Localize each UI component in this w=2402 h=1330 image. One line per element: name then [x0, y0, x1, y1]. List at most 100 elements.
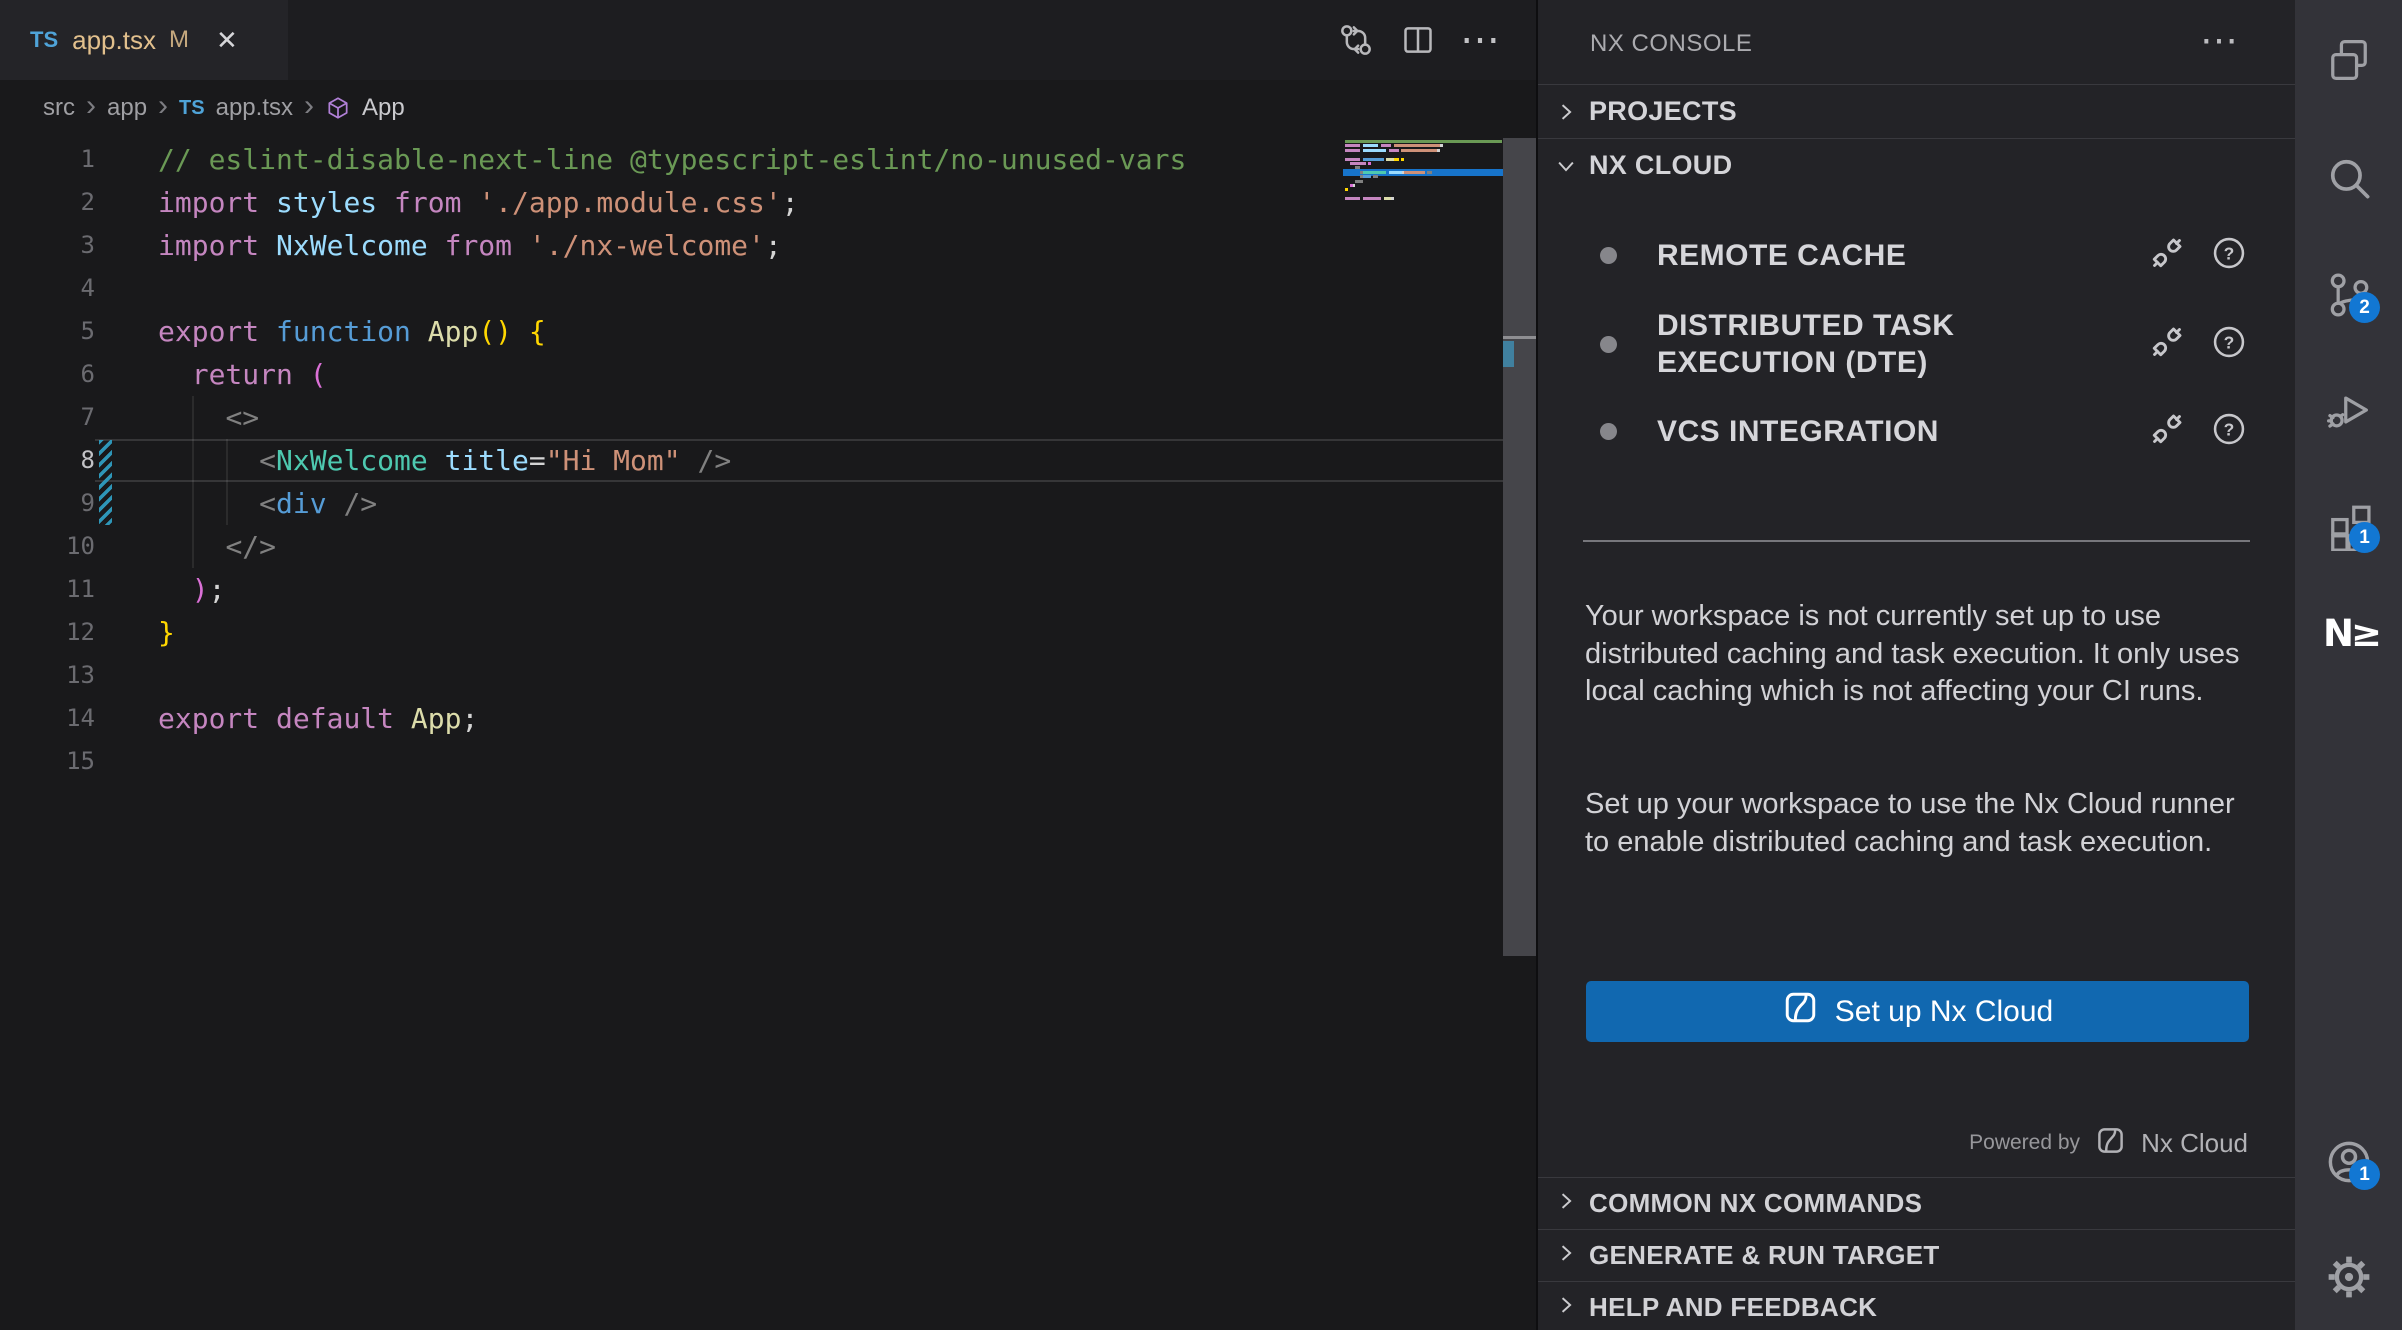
section-projects[interactable]: PROJECTS: [1538, 84, 2295, 138]
more-actions-icon[interactable]: ⋯: [1460, 20, 1502, 60]
setup-button-label: Set up Nx Cloud: [1835, 995, 2053, 1029]
minimap-line: [1345, 188, 1510, 191]
feature-label: DISTRIBUTED TASK EXECUTION (DTE): [1657, 307, 2002, 381]
minimap-line: [1345, 184, 1510, 187]
explorer-icon[interactable]: [2323, 34, 2375, 86]
workspace-status-text: Your workspace is not currently set up t…: [1585, 598, 2257, 711]
scrollbar-separator: [1503, 336, 1536, 339]
feature-row-remote-cache: REMOTE CACHE ?: [1600, 226, 2248, 284]
connect-icon[interactable]: [2144, 319, 2190, 370]
scm-badge: 2: [2349, 292, 2380, 323]
code-line[interactable]: 10 </>: [0, 525, 1503, 568]
brand-label: Nx Cloud: [2141, 1128, 2248, 1159]
panel-more-actions-icon[interactable]: ⋯: [2200, 18, 2240, 63]
minimap-line: [1345, 201, 1510, 204]
connect-icon[interactable]: [2144, 230, 2190, 281]
source-control-icon[interactable]: 2: [2323, 269, 2375, 321]
gutter-modified-indicator: [99, 440, 112, 525]
activity-bar: 2 1 N≥ 1: [2295, 0, 2402, 1330]
nx-cloud-logo-icon: [2095, 1125, 2126, 1161]
symbol-cube-icon: [325, 95, 351, 121]
code-line[interactable]: 1// eslint-disable-next-line @typescript…: [0, 138, 1503, 181]
vertical-scrollbar[interactable]: [1503, 138, 1536, 956]
split-editor-icon[interactable]: [1398, 20, 1438, 60]
breadcrumb-app[interactable]: app: [107, 94, 147, 122]
minimap-line: [1345, 149, 1510, 152]
minimap-line: [1345, 140, 1510, 143]
section-label: COMMON NX COMMANDS: [1589, 1188, 1922, 1219]
chevron-right-icon: ›: [304, 91, 314, 121]
accounts-badge: 1: [2349, 1159, 2380, 1190]
tab-filename: app.tsx: [72, 25, 156, 56]
nx-logo-text: N≥: [2323, 612, 2379, 655]
powered-by-label: Powered by: [1969, 1131, 2080, 1155]
setup-nx-cloud-button[interactable]: Set up Nx Cloud: [1586, 981, 2249, 1042]
breadcrumb-symbol[interactable]: App: [362, 94, 405, 122]
nx-console-panel: NX CONSOLE ⋯ PROJECTS NX CLOUD REMOTE CA…: [1536, 0, 2295, 1330]
breadcrumb-src[interactable]: src: [43, 94, 75, 122]
vscode-window: TS app.tsx M ✕ ⋯: [0, 0, 2402, 1330]
panel-title: NX CONSOLE: [1590, 30, 1752, 58]
section-label: NX CLOUD: [1589, 150, 1732, 181]
indent-guide: [226, 439, 228, 525]
section-label: PROJECTS: [1589, 96, 1737, 127]
feature-row-dte: DISTRIBUTED TASK EXECUTION (DTE) ?: [1600, 298, 2248, 390]
chevron-right-icon: ›: [86, 91, 96, 121]
svg-text:?: ?: [2224, 243, 2235, 263]
tab-bar: TS app.tsx M ✕ ⋯: [0, 0, 1536, 80]
code-line[interactable]: 11 );: [0, 568, 1503, 611]
code-line[interactable]: 7 <>: [0, 396, 1503, 439]
svg-text:?: ?: [2224, 332, 2235, 352]
feature-label: REMOTE CACHE: [1657, 237, 2002, 274]
editor-group: TS app.tsx M ✕ ⋯: [0, 0, 1536, 1330]
search-icon[interactable]: [2323, 152, 2375, 204]
code-line[interactable]: 3import NxWelcome from './nx-welcome';: [0, 224, 1503, 267]
code-line[interactable]: 2import styles from './app.module.css';: [0, 181, 1503, 224]
minimap-line: [1345, 171, 1510, 174]
tab-app-tsx[interactable]: TS app.tsx M ✕: [0, 0, 288, 80]
chevron-right-icon: [1555, 101, 1577, 123]
breadcrumb-file[interactable]: app.tsx: [216, 94, 293, 122]
chevron-down-icon: [1555, 155, 1577, 177]
section-label: HELP AND FEEDBACK: [1589, 1292, 1877, 1323]
status-bullet-icon: [1600, 336, 1617, 353]
open-changes-icon[interactable]: [1336, 20, 1376, 60]
minimap-line: [1345, 175, 1510, 178]
connect-icon[interactable]: [2144, 406, 2190, 457]
minimap-line: [1345, 197, 1510, 200]
section-help-and-feedback[interactable]: HELP AND FEEDBACK: [1538, 1281, 2295, 1330]
extensions-badge: 1: [2349, 522, 2380, 553]
code-line[interactable]: 15: [0, 740, 1503, 783]
code-line[interactable]: 13: [0, 654, 1503, 697]
minimap[interactable]: [1345, 140, 1510, 206]
nx-console-icon[interactable]: N≥: [2323, 608, 2375, 660]
code-line[interactable]: 6 return (: [0, 353, 1503, 396]
minimap-line: [1345, 166, 1510, 169]
status-bullet-icon: [1600, 423, 1617, 440]
code-line[interactable]: 14export default App;: [0, 697, 1503, 740]
minimap-line: [1345, 144, 1510, 147]
gear-icon[interactable]: [2323, 1251, 2375, 1303]
help-icon[interactable]: ?: [2210, 234, 2248, 277]
close-tab-icon[interactable]: ✕: [216, 27, 238, 53]
code-line[interactable]: 12}: [0, 611, 1503, 654]
chevron-right-icon: [1555, 1242, 1577, 1269]
section-common-nx-commands[interactable]: COMMON NX COMMANDS: [1538, 1177, 2295, 1229]
minimap-line: [1345, 158, 1510, 161]
divider: [1583, 540, 2250, 542]
status-bullet-icon: [1600, 247, 1617, 264]
setup-hint-text: Set up your workspace to use the Nx Clou…: [1585, 786, 2257, 861]
powered-by-row: Powered by Nx Cloud: [1969, 1122, 2248, 1164]
typescript-file-icon: TS: [30, 27, 58, 53]
section-generate-run-target[interactable]: GENERATE & RUN TARGET: [1538, 1229, 2295, 1281]
help-icon[interactable]: ?: [2210, 410, 2248, 453]
accounts-icon[interactable]: 1: [2323, 1136, 2375, 1188]
extensions-icon[interactable]: 1: [2323, 499, 2375, 551]
code-line[interactable]: 5export function App() {: [0, 310, 1503, 353]
typescript-file-icon: TS: [179, 97, 205, 120]
help-icon[interactable]: ?: [2210, 323, 2248, 366]
run-debug-icon[interactable]: [2323, 384, 2375, 436]
section-nx-cloud[interactable]: NX CLOUD: [1538, 138, 2295, 192]
minimap-line: [1345, 180, 1510, 183]
code-line[interactable]: 4: [0, 267, 1503, 310]
